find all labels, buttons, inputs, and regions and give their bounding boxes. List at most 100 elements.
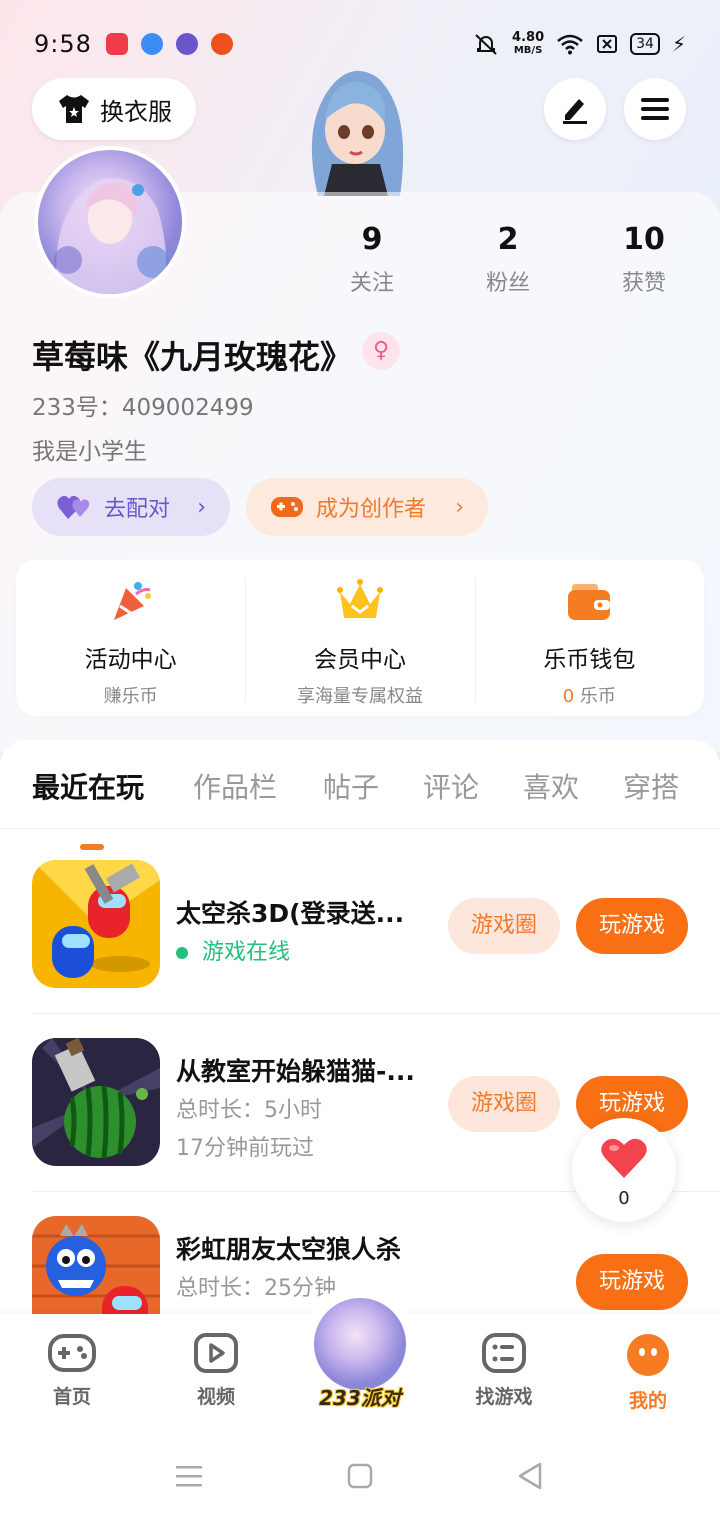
game-thumbnail[interactable] <box>32 860 160 988</box>
coin-wallet[interactable]: 乐币钱包 0 乐币 <box>474 560 704 716</box>
game-circle-button[interactable]: 游戏圈 <box>448 898 560 954</box>
avatar-character[interactable] <box>280 60 430 196</box>
like-floating-button[interactable]: 0 <box>572 1118 676 1222</box>
become-creator-label: 成为创作者 <box>316 497 427 522</box>
profile-name: 草莓味《九月玫瑰花》 <box>32 338 353 376</box>
avatar[interactable] <box>34 146 186 298</box>
recent-apps-icon[interactable] <box>174 1464 204 1488</box>
likes-label: 获赞 <box>621 271 666 296</box>
nav-home-label: 首页 <box>52 1386 91 1408</box>
back-triangle-icon[interactable] <box>516 1461 544 1491</box>
party-icon <box>113 582 151 620</box>
menu-button[interactable] <box>624 78 686 140</box>
tab-recently-played[interactable]: 最近在玩 <box>32 766 144 806</box>
user-id: 233号：409002499 <box>32 395 254 421</box>
home-square-icon[interactable] <box>346 1462 374 1490</box>
system-navigation-bar <box>0 1424 720 1520</box>
tabs-divider <box>0 828 720 829</box>
game-app-icon <box>210 33 233 55</box>
gamepad-icon <box>270 494 304 520</box>
game-circle-button[interactable]: 游戏圈 <box>448 1076 560 1132</box>
member-center[interactable]: 会员中心 享海量专属权益 <box>245 560 474 716</box>
tab-comments[interactable]: 评论 <box>423 766 479 806</box>
online-dot-icon <box>176 947 188 959</box>
member-center-title: 会员中心 <box>313 647 406 673</box>
gamepad-icon <box>48 1334 96 1372</box>
activity-center-title: 活动中心 <box>84 647 177 673</box>
heart-icon <box>601 1138 647 1178</box>
party-avatar <box>314 1298 406 1390</box>
nav-233-party[interactable]: 233派对 <box>304 1284 416 1414</box>
app-notification-icon <box>140 33 163 55</box>
nav-video[interactable]: 视频 <box>171 1332 261 1409</box>
edit-profile-button[interactable] <box>544 78 606 140</box>
game-title: 从教室开始躲猫猫-... <box>176 1057 415 1086</box>
coin-wallet-subtitle: 0 乐币 <box>563 682 616 708</box>
crown-icon <box>336 579 383 618</box>
game-status-text: 游戏在线 <box>202 940 291 965</box>
like-count: 0 <box>618 1188 630 1209</box>
game-title: 彩虹朋友太空狼人杀 <box>176 1235 402 1264</box>
sim-card-icon <box>597 35 618 53</box>
game-title: 太空杀3D(登录送... <box>176 899 405 928</box>
game-last-played: 17分钟前玩过 <box>176 1136 314 1161</box>
change-outfit-button[interactable]: 换衣服 <box>32 78 196 140</box>
status-time: 9:58 <box>34 30 92 58</box>
likes-count: 10 <box>623 222 665 257</box>
battery-level: 34 <box>630 33 660 55</box>
play-game-button[interactable]: 玩游戏 <box>576 1254 688 1310</box>
tab-likes[interactable]: 喜欢 <box>523 766 579 806</box>
followers-label: 粉丝 <box>485 271 530 296</box>
list-icon <box>482 1333 526 1373</box>
row-divider <box>32 1013 720 1014</box>
game-playtime: 总时长：5小时 <box>176 1098 322 1123</box>
wallet-icon <box>568 584 611 620</box>
list-item[interactable]: 太空杀3D(登录送... 游戏在线 游戏圈 玩游戏 <box>0 860 720 1036</box>
profile-face-icon <box>627 1334 669 1376</box>
status-indicators: 4.80 MB/S 34 ⚡ <box>472 31 686 57</box>
nav-video-label: 视频 <box>196 1386 235 1408</box>
game-thumbnail[interactable] <box>32 1038 160 1166</box>
following-stat[interactable]: 9 关注 <box>312 222 432 297</box>
hamburger-icon <box>641 98 669 120</box>
tab-posts[interactable]: 帖子 <box>323 766 379 806</box>
pen-icon <box>563 99 587 124</box>
match-button[interactable]: 去配对 › <box>32 478 230 536</box>
profile-bio: 我是小学生 <box>32 439 147 465</box>
hearts-icon <box>56 493 92 521</box>
become-creator-button[interactable]: 成为创作者 › <box>246 478 488 536</box>
tshirt-icon <box>59 95 89 123</box>
screen-record-icon <box>105 33 128 55</box>
followers-count: 2 <box>497 222 519 257</box>
nav-home[interactable]: 首页 <box>27 1332 117 1409</box>
nav-find-games[interactable]: 找游戏 <box>459 1332 549 1409</box>
nav-find-games-label: 找游戏 <box>475 1386 533 1408</box>
following-count: 9 <box>361 222 383 257</box>
play-video-icon <box>194 1333 238 1373</box>
gender-female-icon: ♀ <box>362 332 400 370</box>
activity-center-subtitle: 赚乐币 <box>103 686 158 707</box>
game-status: 游戏在线 <box>176 934 290 966</box>
tab-works[interactable]: 作品栏 <box>193 766 277 806</box>
nav-me[interactable]: 我的 <box>603 1332 693 1413</box>
followers-stat[interactable]: 2 粉丝 <box>448 222 568 297</box>
chevron-right-icon: › <box>455 494 464 520</box>
active-tab-indicator <box>80 844 104 850</box>
change-outfit-label: 换衣服 <box>100 97 172 126</box>
likes-stat[interactable]: 10 获赞 <box>584 222 704 297</box>
nav-me-label: 我的 <box>628 1390 667 1412</box>
mute-bell-icon <box>475 34 497 55</box>
coin-balance: 0 <box>562 686 575 707</box>
coin-unit: 乐币 <box>579 686 616 707</box>
tab-outfits[interactable]: 穿搭 <box>623 766 679 806</box>
activity-center[interactable]: 活动中心 赚乐币 <box>16 560 245 716</box>
party-logo-label: 233派对 <box>319 1386 401 1410</box>
charging-icon: ⚡ <box>671 32 686 56</box>
play-game-button[interactable]: 玩游戏 <box>576 898 688 954</box>
profile-tabs: 最近在玩 作品栏 帖子 评论 喜欢 穿搭 <box>0 762 720 850</box>
wifi-icon <box>557 34 583 55</box>
match-label: 去配对 <box>104 497 171 522</box>
coin-wallet-title: 乐币钱包 <box>543 647 636 673</box>
member-center-subtitle: 享海量专属权益 <box>296 686 423 707</box>
chat-app-icon <box>175 33 198 55</box>
